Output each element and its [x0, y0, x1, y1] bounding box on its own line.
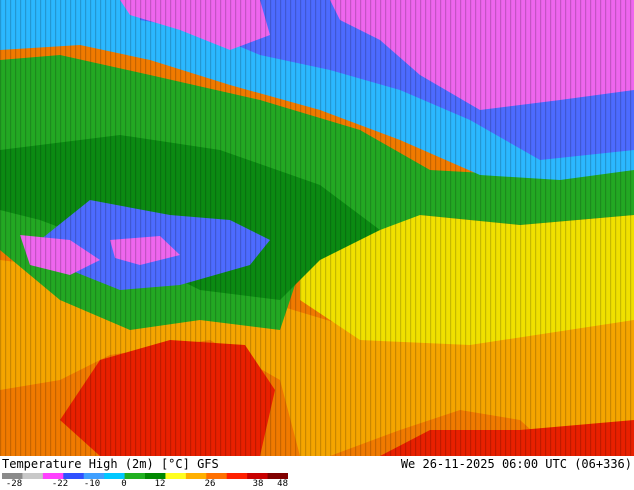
- temperature-map[interactable]: [0, 0, 634, 456]
- scale-color-swatch: [226, 473, 248, 479]
- scale-tick-label: -28: [5, 479, 23, 489]
- scale-tick-label: 26: [204, 479, 216, 489]
- scale-color-swatch: [124, 473, 146, 479]
- map-viewer: Temperature High (2m) [°C] GFS We 26-11-…: [0, 0, 634, 490]
- scale-color-swatch: [22, 473, 44, 479]
- scale-tick-label: 0: [121, 479, 127, 489]
- legend-footer: Temperature High (2m) [°C] GFS We 26-11-…: [0, 456, 634, 490]
- value-label-overlay: [0, 0, 634, 456]
- color-scale-bar: [2, 473, 288, 479]
- validity-time: We 26-11-2025 06:00 UTC (06+336): [400, 457, 632, 471]
- scale-tick-label: 12: [154, 479, 166, 489]
- map-title: Temperature High (2m) [°C] GFS: [2, 457, 219, 471]
- scale-tick-label: -10: [83, 479, 101, 489]
- scale-tick-label: 48: [277, 479, 288, 489]
- scale-tick-label: 38: [252, 479, 264, 489]
- scale-tick-label: -22: [51, 479, 69, 489]
- scale-color-swatch: [165, 473, 187, 479]
